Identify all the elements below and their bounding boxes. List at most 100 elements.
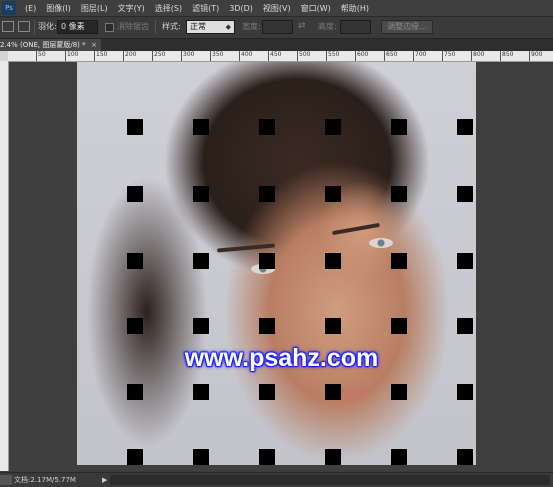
mask-square [259, 318, 275, 334]
mask-square [457, 119, 473, 135]
menu-layer[interactable]: 图层(L) [76, 3, 113, 14]
ruler-tick [384, 51, 385, 61]
ruler-label: 200 [125, 51, 137, 58]
mask-square [127, 384, 143, 400]
mask-square [127, 318, 143, 334]
mask-square [325, 186, 341, 202]
style-select-value: 正常 [190, 22, 206, 31]
style-label: 样式: [162, 22, 181, 31]
menu-3d[interactable]: 3D(D) [224, 4, 258, 13]
mask-square [259, 253, 275, 269]
mask-square [325, 384, 341, 400]
ruler-tick [123, 51, 124, 61]
horizontal-scrollbar[interactable] [110, 475, 550, 485]
portrait-right-eye [369, 238, 393, 248]
mask-square [457, 186, 473, 202]
document-tab-label: 2.4% (ONE, 图层蒙版/8) * [0, 41, 86, 49]
mask-square [127, 253, 143, 269]
menu-edit[interactable]: (E) [20, 4, 41, 13]
antialias-label: 消除锯齿 [117, 22, 149, 31]
ruler-tick [471, 51, 472, 61]
mask-square [391, 384, 407, 400]
menu-help[interactable]: 帮助(H) [336, 3, 374, 14]
ruler-tick [500, 51, 501, 61]
antialias-checkbox[interactable] [105, 23, 114, 32]
mask-square [127, 186, 143, 202]
style-select[interactable]: 正常 ◆ [186, 20, 235, 34]
ruler-tick [94, 51, 95, 61]
ruler-label: 500 [299, 51, 311, 58]
divider [34, 20, 35, 34]
feather-input[interactable]: 0 像素 [57, 20, 98, 34]
menu-bar: Ps (E) 图像(I) 图层(L) 文字(Y) 选择(S) 滤镜(T) 3D(… [0, 0, 553, 17]
ruler-tick [268, 51, 269, 61]
feather-label: 羽化: [38, 22, 57, 31]
mask-square [391, 253, 407, 269]
width-input[interactable] [262, 20, 293, 34]
ruler-label: 900 [531, 51, 543, 58]
mask-square [325, 449, 341, 465]
canvas-image[interactable] [77, 62, 476, 465]
mask-square [193, 384, 209, 400]
mask-square [193, 318, 209, 334]
mask-square [193, 253, 209, 269]
ruler-label: 150 [96, 51, 108, 58]
ruler-label: 650 [386, 51, 398, 58]
mask-square [457, 253, 473, 269]
mask-square [391, 186, 407, 202]
ruler-tick [65, 51, 66, 61]
divider [155, 20, 156, 34]
horizontal-ruler[interactable]: 50 100 150 200 250 300 350 400 450 500 550 600 650 70… [8, 51, 553, 62]
ruler-tick [210, 51, 211, 61]
watermark-text: www.psahz.com [184, 344, 379, 372]
menu-type[interactable]: 文字(Y) [113, 3, 150, 14]
ruler-label: 800 [473, 51, 485, 58]
zoom-field[interactable] [0, 475, 12, 485]
photoshop-logo-icon[interactable]: Ps [2, 1, 16, 15]
mask-square [193, 119, 209, 135]
mask-square [259, 384, 275, 400]
refine-edge-button[interactable]: 调整边缘... [381, 20, 433, 34]
close-icon[interactable]: × [91, 39, 97, 51]
mask-square [127, 119, 143, 135]
ruler-label: 50 [38, 51, 46, 58]
menu-filter[interactable]: 滤镜(T) [187, 3, 224, 14]
ruler-tick [442, 51, 443, 61]
menu-image[interactable]: 图像(I) [41, 3, 76, 14]
ruler-label: 350 [212, 51, 224, 58]
ruler-label: 550 [328, 51, 340, 58]
status-menu-arrow-icon[interactable]: ▶ [102, 475, 107, 485]
mask-square [391, 119, 407, 135]
document-tab[interactable]: 2.4% (ONE, 图层蒙版/8) * × [0, 39, 101, 51]
mask-square [259, 119, 275, 135]
mask-square [193, 449, 209, 465]
mask-square [325, 253, 341, 269]
width-label: 宽度: [242, 22, 261, 31]
ruler-tick [239, 51, 240, 61]
ruler-label: 450 [270, 51, 282, 58]
menu-select[interactable]: 选择(S) [150, 3, 187, 14]
document-tab-bar: 2.4% (ONE, 图层蒙版/8) * × [0, 39, 553, 51]
selection-mode-icon[interactable] [2, 21, 14, 32]
mask-square [325, 318, 341, 334]
vertical-ruler[interactable] [0, 61, 9, 471]
menu-view[interactable]: 视图(V) [258, 3, 296, 14]
ruler-label: 250 [154, 51, 166, 58]
ruler-tick [413, 51, 414, 61]
mask-square [391, 318, 407, 334]
mask-square [457, 384, 473, 400]
mask-square [457, 449, 473, 465]
height-input[interactable] [340, 20, 371, 34]
ruler-label: 400 [241, 51, 253, 58]
menu-window[interactable]: 窗口(W) [296, 3, 336, 14]
document-size-status[interactable]: 文档:2.17M/5.77M [14, 475, 76, 485]
chevron-down-icon: ◆ [225, 23, 231, 31]
swap-icon[interactable]: ⇄ [298, 21, 306, 31]
height-label: 高度: [318, 22, 337, 31]
add-selection-icon[interactable] [18, 21, 30, 32]
ruler-label: 600 [357, 51, 369, 58]
ruler-tick [152, 51, 153, 61]
ruler-tick [36, 51, 37, 61]
portrait-right-brow [332, 222, 380, 236]
ruler-label: 700 [415, 51, 427, 58]
